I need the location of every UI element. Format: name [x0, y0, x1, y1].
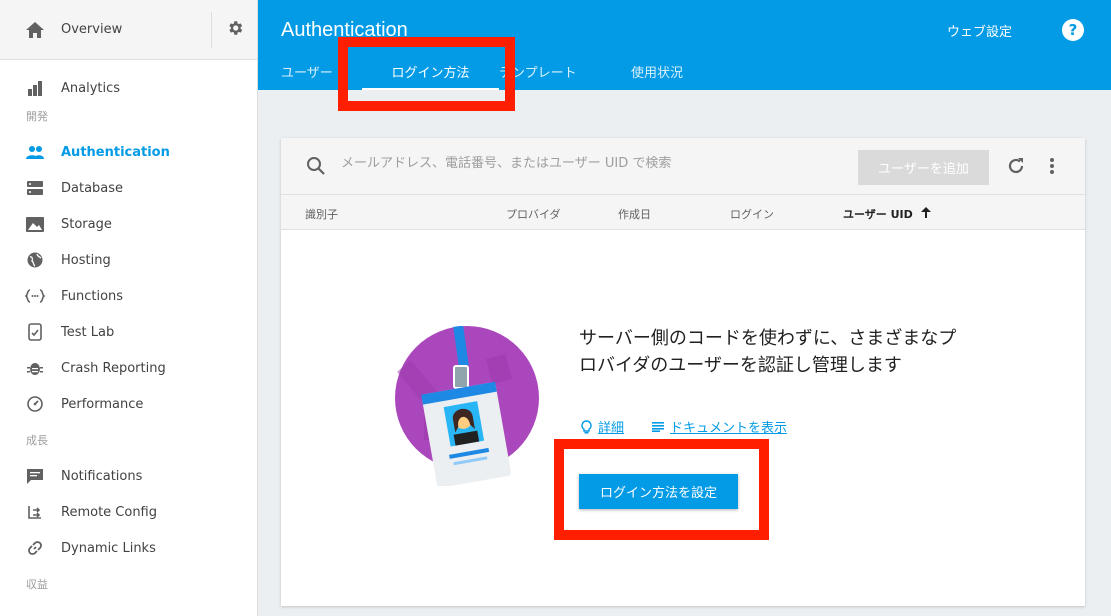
- section-grow: 成長: [26, 434, 48, 447]
- lightbulb-icon: [581, 419, 592, 434]
- section-earn: 収益: [26, 578, 48, 591]
- docs-icon: [652, 421, 665, 432]
- sidebar-item-hosting[interactable]: Hosting: [0, 242, 257, 278]
- sidebar-item-label: Hosting: [61, 252, 111, 268]
- details-link-label: 詳細: [598, 421, 625, 436]
- sidebar-item-test-lab[interactable]: Test Lab: [0, 314, 257, 350]
- search-input[interactable]: [341, 156, 821, 171]
- people-icon: [24, 141, 46, 163]
- sidebar: Overview Analytics 開発 Authentication Dat…: [0, 0, 258, 616]
- bug-icon: [24, 357, 46, 379]
- view-docs-link[interactable]: ドキュメントを表示: [652, 417, 787, 436]
- web-settings-link[interactable]: ウェブ設定: [947, 21, 1012, 40]
- section-develop: 開発: [26, 110, 48, 123]
- sidebar-top: Overview: [0, 0, 257, 60]
- sidebar-item-label: Functions: [61, 288, 124, 304]
- sidebar-item-label: Performance: [61, 396, 144, 412]
- gear-icon: [226, 19, 244, 41]
- sidebar-item-label: Test Lab: [61, 324, 115, 340]
- sidebar-item-remote-config[interactable]: Remote Config: [0, 494, 257, 530]
- sidebar-item-label: Dynamic Links: [61, 540, 156, 556]
- sidebar-item-database[interactable]: Database: [0, 170, 257, 206]
- sidebar-item-label: Notifications: [61, 468, 143, 484]
- highlight-tab-annotation: [338, 37, 515, 111]
- speedometer-icon: [24, 393, 46, 415]
- col-user-uid-label: ユーザー UID: [843, 208, 913, 221]
- sidebar-item-authentication[interactable]: Authentication: [0, 134, 257, 170]
- col-created[interactable]: 作成日: [618, 206, 651, 222]
- help-links: 詳細 ドキュメントを表示: [581, 417, 815, 436]
- col-signed-in[interactable]: ログイン: [730, 206, 774, 222]
- sidebar-item-dynamic-links[interactable]: Dynamic Links: [0, 530, 257, 566]
- remote-config-icon: [24, 501, 46, 523]
- sidebar-item-label: Authentication: [61, 144, 170, 160]
- sidebar-item-performance[interactable]: Performance: [0, 386, 257, 422]
- add-user-button[interactable]: ユーザーを追加: [858, 150, 989, 185]
- sidebar-item-label: Remote Config: [61, 504, 158, 520]
- search-bar: ユーザーを追加: [281, 138, 1085, 195]
- highlight-button-annotation: [554, 439, 769, 540]
- tab-usage[interactable]: 使用状況: [631, 60, 683, 90]
- refresh-icon[interactable]: [1006, 156, 1026, 180]
- sidebar-item-overview[interactable]: Overview: [0, 0, 211, 59]
- id-badge-illustration: [394, 325, 540, 488]
- col-identifier[interactable]: 識別子: [305, 206, 338, 222]
- table-header: 識別子 プロバイダ 作成日 ログイン ユーザー UID: [281, 195, 1085, 230]
- sidebar-item-analytics[interactable]: Analytics: [0, 70, 257, 106]
- empty-state-message: サーバー側のコードを使わずに、さまざまなプロバイダのユーザーを認証し管理します: [579, 328, 957, 376]
- sidebar-item-label: Database: [61, 180, 124, 196]
- sidebar-item-crash-reporting[interactable]: Crash Reporting: [0, 350, 257, 386]
- link-icon: [24, 537, 46, 559]
- analytics-icon: [24, 77, 46, 99]
- sidebar-item-functions[interactable]: Functions: [0, 278, 257, 314]
- sidebar-item-label: Storage: [61, 216, 112, 232]
- test-lab-icon: [24, 321, 46, 343]
- arrow-up-icon: [920, 207, 931, 221]
- view-docs-link-label: ドキュメントを表示: [670, 421, 788, 436]
- details-link[interactable]: 詳細: [581, 417, 624, 436]
- search-icon[interactable]: [306, 156, 326, 180]
- image-icon: [24, 213, 46, 235]
- message-icon: [24, 465, 46, 487]
- sidebar-item-notifications[interactable]: Notifications: [0, 458, 257, 494]
- database-icon: [24, 177, 46, 199]
- sidebar-item-label: Crash Reporting: [61, 360, 166, 376]
- settings-gear-button[interactable]: [211, 11, 257, 48]
- functions-icon: [24, 285, 46, 307]
- sidebar-item-label: Analytics: [61, 80, 121, 96]
- globe-icon: [24, 249, 46, 271]
- more-vert-icon[interactable]: [1049, 156, 1055, 180]
- tab-templates[interactable]: テンプレート: [499, 60, 631, 90]
- sidebar-item-storage[interactable]: Storage: [0, 206, 257, 242]
- home-icon: [24, 19, 46, 41]
- help-icon[interactable]: ?: [1062, 19, 1084, 41]
- sidebar-item-label: Overview: [61, 22, 123, 37]
- col-user-uid[interactable]: ユーザー UID: [843, 206, 931, 222]
- col-provider[interactable]: プロバイダ: [506, 206, 561, 222]
